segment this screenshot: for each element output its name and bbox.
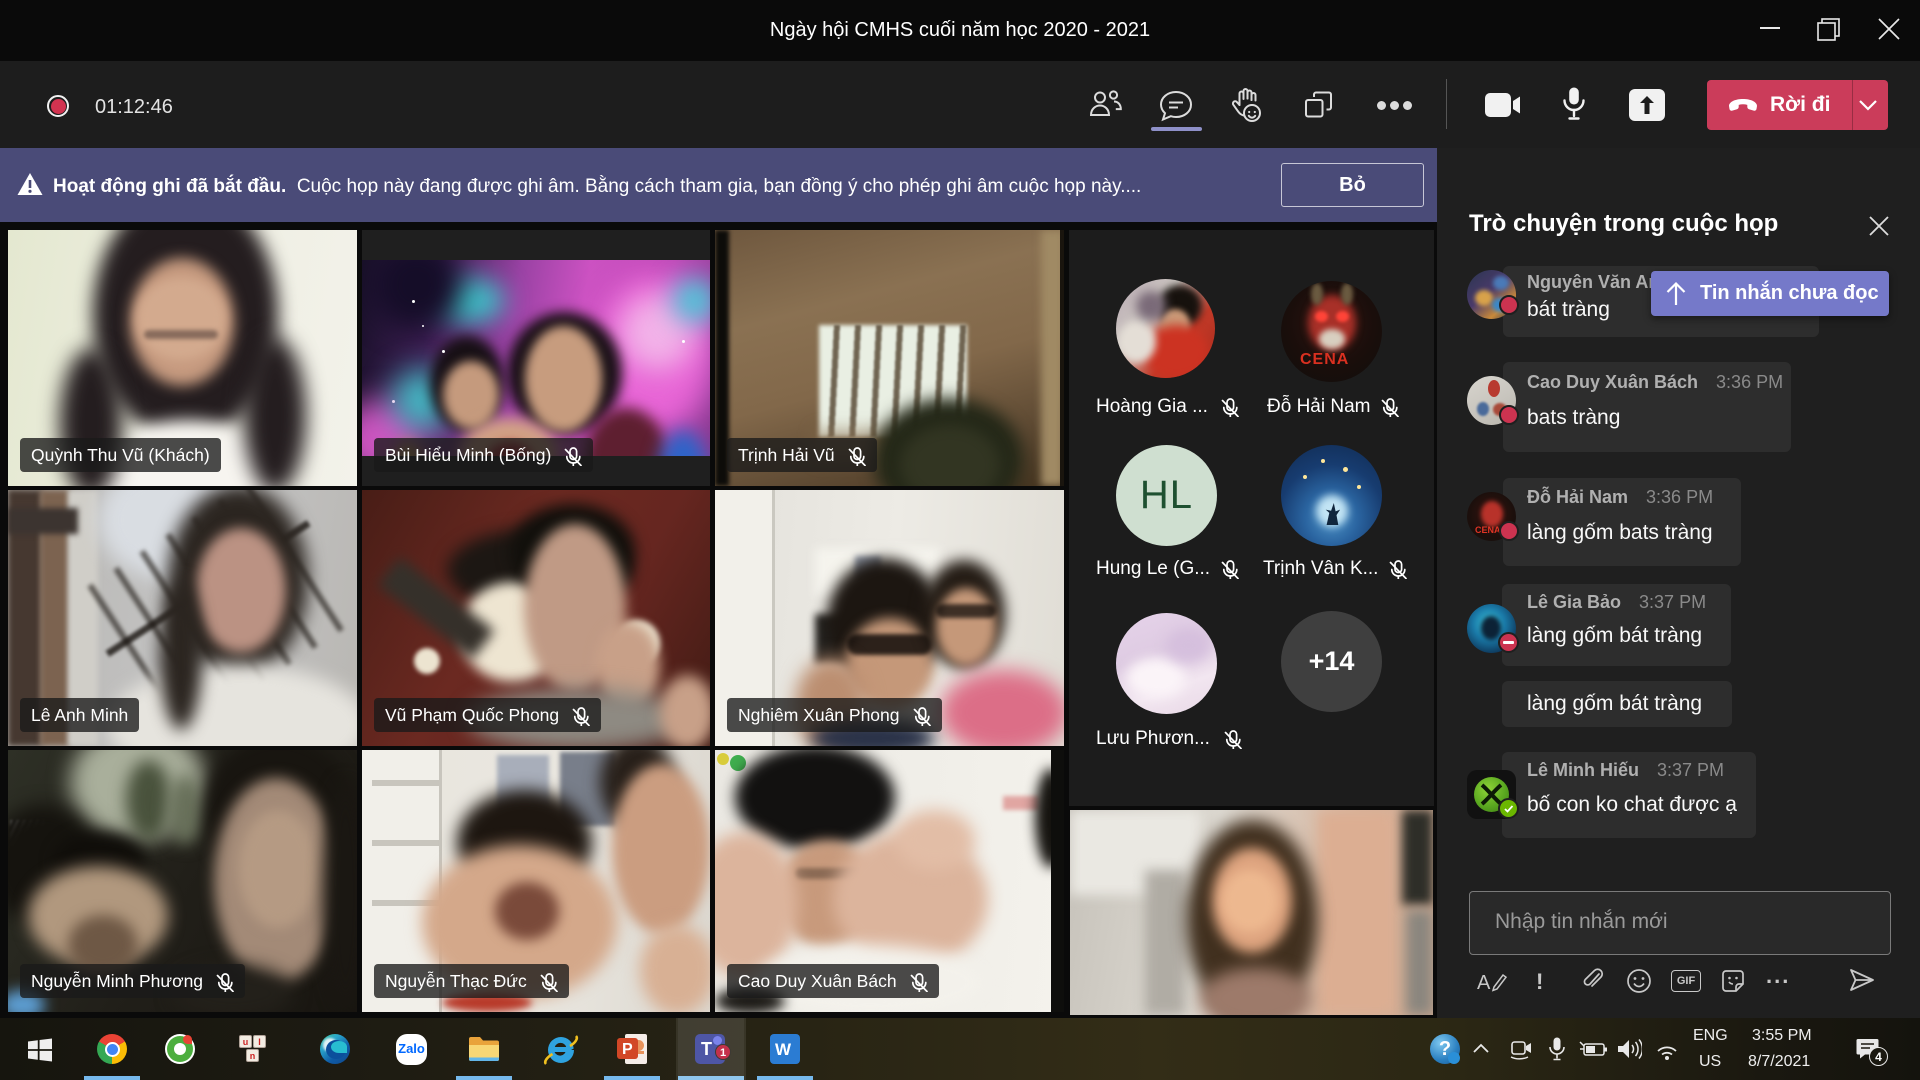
svg-text:A: A: [1477, 972, 1491, 994]
